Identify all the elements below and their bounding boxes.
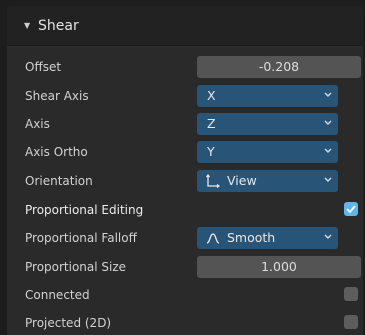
- projected-label: Projected (2D): [25, 316, 112, 330]
- offset-row: Offset -0.208: [7, 56, 363, 78]
- axis-row: Axis Z: [7, 113, 363, 135]
- axis-ortho-dropdown[interactable]: Y: [197, 141, 338, 163]
- axis-label: Axis: [25, 117, 50, 131]
- proportional-editing-checkbox[interactable]: [344, 202, 358, 216]
- shear-axis-label: Shear Axis: [25, 89, 89, 103]
- proportional-falloff-label: Proportional Falloff: [25, 231, 137, 245]
- panel-header[interactable]: ▼ Shear: [7, 6, 363, 46]
- proportional-size-field[interactable]: 1.000: [197, 256, 361, 278]
- smooth-falloff-icon: [206, 233, 220, 244]
- chevron-down-icon: [324, 148, 332, 153]
- orientation-label: Orientation: [25, 174, 93, 188]
- axis-ortho-row: Axis Ortho Y: [7, 141, 363, 163]
- panel-title: Shear: [38, 17, 79, 34]
- shear-operator-panel: ▼ Shear Offset -0.208 Shear Axis X Axis …: [7, 6, 363, 335]
- offset-label: Offset: [25, 60, 62, 74]
- chevron-down-icon: [324, 92, 332, 97]
- orientation-value: View: [227, 173, 257, 188]
- proportional-falloff-dropdown[interactable]: Smooth: [197, 227, 338, 249]
- proportional-falloff-row: Proportional Falloff Smooth: [7, 227, 363, 249]
- chevron-down-icon: [324, 234, 332, 239]
- shear-axis-dropdown[interactable]: X: [197, 85, 338, 107]
- collapse-triangle-icon[interactable]: ▼: [24, 21, 32, 30]
- orientation-dropdown[interactable]: View: [197, 170, 338, 192]
- connected-checkbox[interactable]: [344, 287, 358, 301]
- proportional-size-label: Proportional Size: [25, 260, 127, 274]
- connected-row[interactable]: Connected: [7, 284, 363, 306]
- proportional-editing-label: Proportional Editing: [25, 203, 144, 217]
- orientation-row: Orientation View: [7, 170, 363, 192]
- checkmark-icon: [346, 205, 356, 214]
- axis-value: Z: [207, 116, 216, 131]
- chevron-down-icon: [324, 177, 332, 182]
- proportional-falloff-value: Smooth: [227, 230, 276, 245]
- axis-dropdown[interactable]: Z: [197, 113, 338, 135]
- proportional-size-row: Proportional Size 1.000: [7, 256, 363, 278]
- projected-row[interactable]: Projected (2D): [7, 312, 363, 334]
- shear-axis-value: X: [207, 88, 216, 103]
- projected-checkbox[interactable]: [344, 315, 358, 329]
- offset-field[interactable]: -0.208: [197, 56, 361, 78]
- orientation-view-icon: [206, 174, 220, 188]
- axis-ortho-value: Y: [207, 144, 215, 159]
- shear-axis-row: Shear Axis X: [7, 85, 363, 107]
- axis-ortho-label: Axis Ortho: [25, 145, 88, 159]
- proportional-editing-row[interactable]: Proportional Editing: [7, 199, 363, 221]
- chevron-down-icon: [324, 120, 332, 125]
- connected-label: Connected: [25, 288, 90, 302]
